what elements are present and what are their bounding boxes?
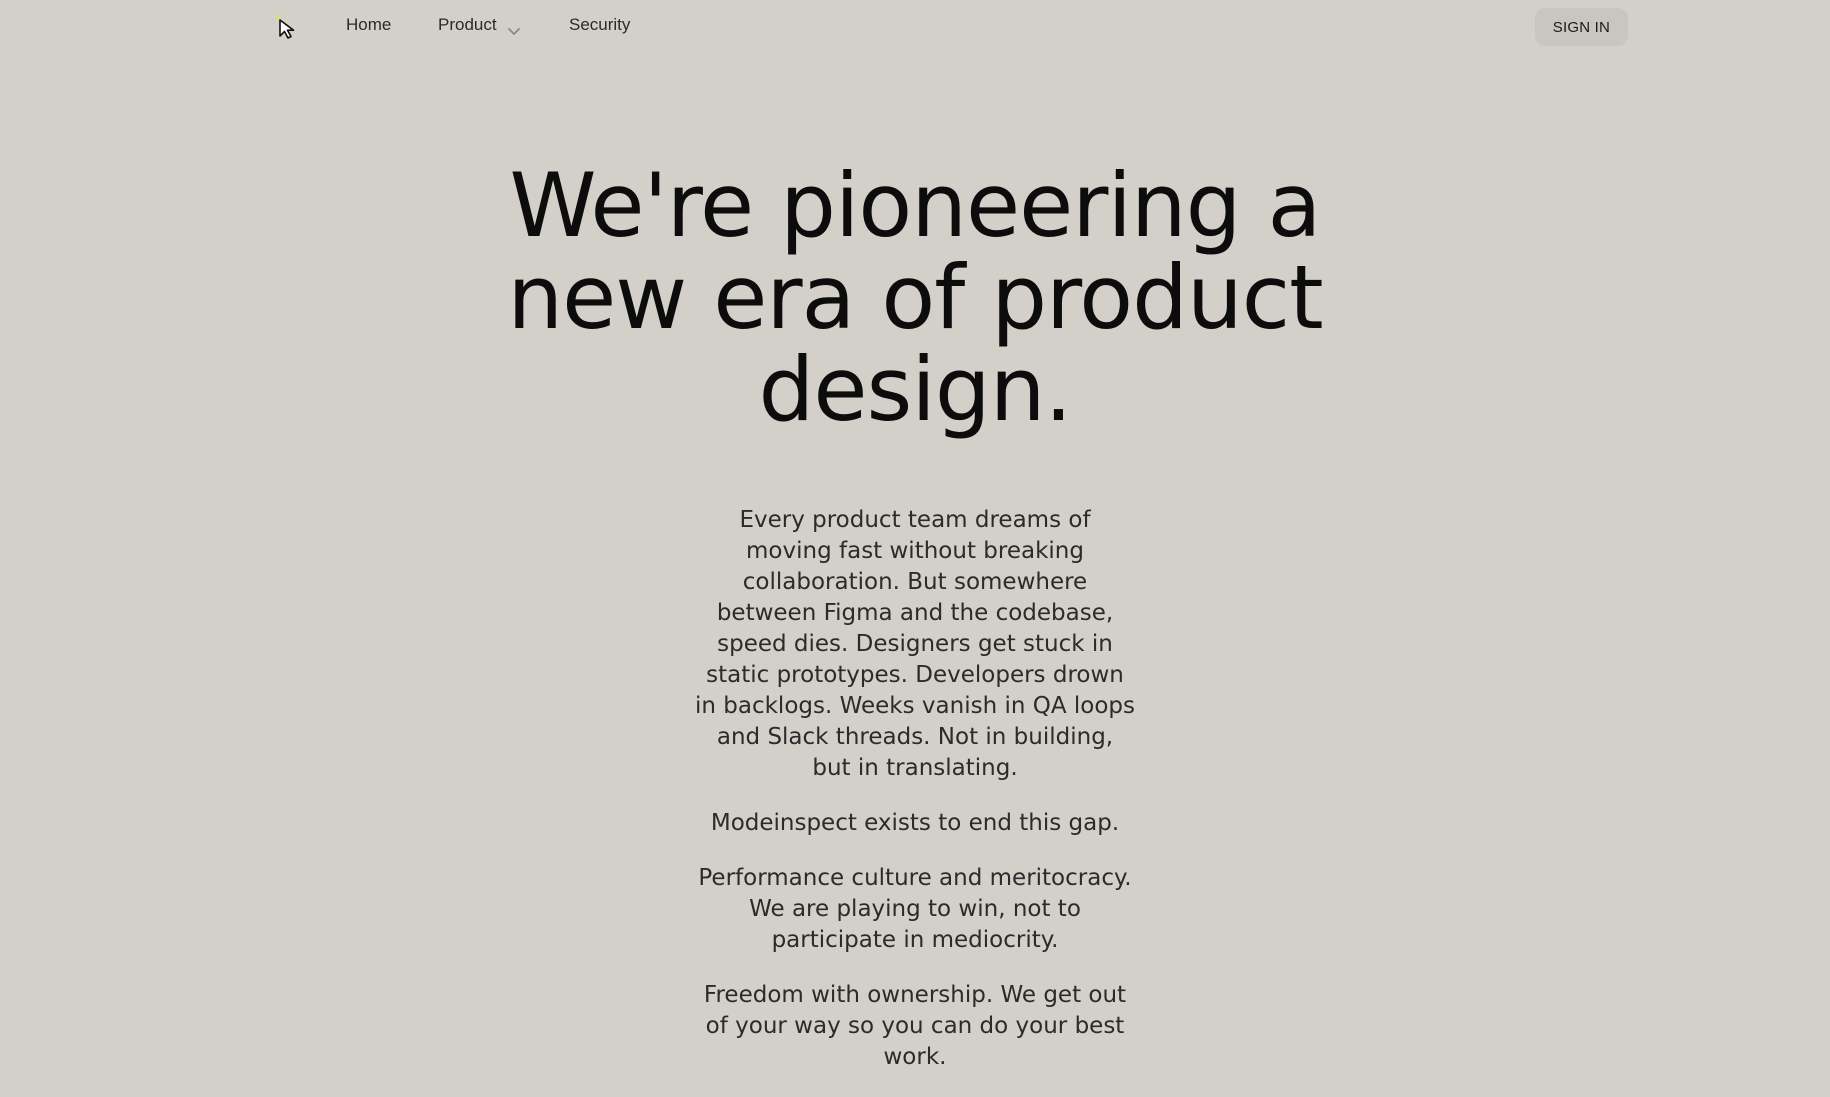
top-navigation: Home Product Security SIGN IN [0, 0, 1830, 52]
nav-link-home[interactable]: Home [346, 15, 391, 35]
logo-cursor-icon[interactable] [272, 12, 304, 44]
nav-link-product-label: Product [438, 15, 497, 34]
mission-paragraph: Every product team dreams of moving fast… [695, 507, 1135, 781]
chevron-down-icon [507, 22, 521, 35]
mission-paragraph: Performance culture and meritocracy. We … [698, 865, 1132, 953]
mission-paragraph: Freedom with ownership. We get out of yo… [703, 982, 1127, 1070]
hero-section: We're pioneering a new era of product de… [0, 160, 1830, 436]
mission-paragraph: Modeinspect exists to end this gap. [710, 810, 1120, 836]
sign-in-button[interactable]: SIGN IN [1534, 8, 1628, 46]
nav-link-product[interactable]: Product [438, 15, 521, 35]
mission-copy: Every product team dreams of moving fast… [0, 505, 1830, 1097]
hero-headline: We're pioneering a new era of product de… [507, 154, 1323, 441]
nav-link-security[interactable]: Security [569, 15, 630, 35]
